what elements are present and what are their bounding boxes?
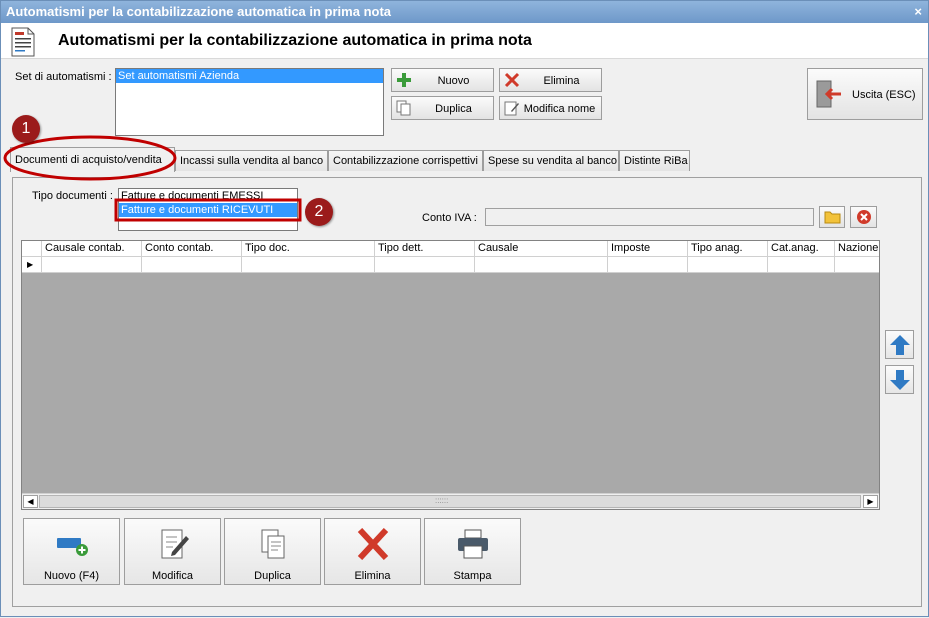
- nuovo-riga-button[interactable]: Nuovo (F4): [23, 518, 120, 585]
- annotation-marker-1: 1: [12, 115, 40, 143]
- automatismi-grid[interactable]: Causale contab. Conto contab. Tipo doc. …: [21, 240, 880, 510]
- modifica-nome-label: Modifica nome: [523, 103, 596, 115]
- browse-conto-button[interactable]: [819, 206, 845, 228]
- delete-x-icon: [504, 72, 520, 88]
- cell[interactable]: [41, 257, 141, 273]
- cell[interactable]: [374, 257, 474, 273]
- scroll-left-icon[interactable]: ◀: [23, 495, 38, 508]
- close-icon[interactable]: ×: [914, 4, 922, 19]
- col-causale[interactable]: Causale: [474, 241, 607, 257]
- edit-icon: [504, 101, 519, 116]
- document-icon: [11, 27, 35, 57]
- grid-header: Causale contab. Conto contab. Tipo doc. …: [22, 241, 879, 257]
- main-window: Automatismi per la contabilizzazione aut…: [0, 0, 929, 617]
- row-header-corner: [22, 241, 41, 257]
- add-row-icon: [57, 538, 88, 556]
- col-tipo-anag[interactable]: Tipo anag.: [687, 241, 767, 257]
- set-label: Set di automatismi :: [15, 71, 112, 83]
- arrow-up-icon: [890, 335, 910, 355]
- conto-iva-input[interactable]: [485, 208, 814, 226]
- plus-icon: [397, 73, 411, 87]
- cell[interactable]: [474, 257, 607, 273]
- nuovo-label: Nuovo: [437, 75, 470, 87]
- scroll-grip: ::::::: [435, 496, 449, 505]
- col-nazione[interactable]: Nazione: [834, 241, 879, 257]
- col-conto-contab[interactable]: Conto contab.: [141, 241, 241, 257]
- duplica-riga-label: Duplica: [254, 570, 291, 582]
- cell[interactable]: [687, 257, 767, 273]
- cell[interactable]: [767, 257, 834, 273]
- tipo-documenti-label: Tipo documenti :: [32, 190, 113, 202]
- duplica-riga-button[interactable]: Duplica: [224, 518, 321, 585]
- tab-spese[interactable]: Spese su vendita al banco: [483, 150, 619, 171]
- row-pointer-icon: ▶: [27, 260, 34, 269]
- set-listbox[interactable]: Set automatismi Azienda: [115, 68, 384, 136]
- scroll-right-icon[interactable]: ▶: [863, 495, 878, 508]
- move-down-button[interactable]: [885, 365, 914, 394]
- col-tipo-doc[interactable]: Tipo doc.: [241, 241, 374, 257]
- set-item[interactable]: Set automatismi Azienda: [116, 69, 383, 83]
- conto-iva-label: Conto IVA :: [422, 212, 477, 224]
- nuovo-riga-label: Nuovo (F4): [43, 570, 100, 582]
- window-title: Automatismi per la contabilizzazione aut…: [6, 4, 392, 19]
- tab-corrispettivi[interactable]: Contabilizzazione corrispettivi: [328, 150, 483, 171]
- tipo-item-emessi[interactable]: Fatture e documenti EMESSI: [119, 189, 297, 203]
- clear-conto-button[interactable]: [850, 206, 877, 228]
- arrow-down-icon: [890, 370, 910, 390]
- cell[interactable]: [607, 257, 687, 273]
- tipo-item-ricevuti[interactable]: Fatture e documenti RICEVUTI: [119, 203, 297, 217]
- tab-riba[interactable]: Distinte RiBa: [619, 150, 690, 171]
- clear-circle-x-icon: [857, 210, 871, 224]
- col-causale-contab[interactable]: Causale contab.: [41, 241, 141, 257]
- cell[interactable]: [834, 257, 879, 273]
- modifica-riga-label: Modifica: [152, 570, 193, 582]
- header: Automatismi per la contabilizzazione aut…: [1, 23, 928, 59]
- annotation-marker-2: 2: [305, 198, 333, 226]
- modifica-nome-button[interactable]: Modifica nome: [499, 96, 602, 120]
- tipo-documenti-listbox[interactable]: Fatture e documenti EMESSI Fatture e doc…: [118, 188, 298, 231]
- title-bar: Automatismi per la contabilizzazione aut…: [1, 1, 928, 23]
- modifica-riga-button[interactable]: Modifica: [124, 518, 221, 585]
- col-cat-anag[interactable]: Cat.anag.: [767, 241, 834, 257]
- printer-icon: [458, 529, 488, 559]
- move-up-button[interactable]: [885, 330, 914, 359]
- delete-x-icon: [357, 528, 389, 560]
- uscita-button[interactable]: Uscita (ESC): [807, 68, 923, 120]
- elimina-set-label: Elimina: [543, 75, 580, 87]
- elimina-riga-label: Elimina: [354, 570, 391, 582]
- page-title: Automatismi per la contabilizzazione aut…: [58, 32, 532, 49]
- stampa-button[interactable]: Stampa: [424, 518, 521, 585]
- folder-icon: [824, 211, 841, 224]
- table-row[interactable]: ▶: [22, 257, 879, 273]
- cell[interactable]: [241, 257, 374, 273]
- tab-documenti[interactable]: Documenti di acquisto/vendita: [10, 147, 175, 172]
- duplica-set-button[interactable]: Duplica: [391, 96, 494, 120]
- cell[interactable]: [141, 257, 241, 273]
- uscita-label: Uscita (ESC): [852, 89, 916, 101]
- elimina-set-button[interactable]: Elimina: [499, 68, 602, 92]
- col-tipo-dett[interactable]: Tipo dett.: [374, 241, 474, 257]
- col-imposte[interactable]: Imposte: [607, 241, 687, 257]
- duplicate-icon: [261, 529, 285, 559]
- nuovo-button[interactable]: Nuovo: [391, 68, 494, 92]
- stampa-label: Stampa: [453, 570, 492, 582]
- copy-icon: [396, 100, 411, 116]
- tab-incassi[interactable]: Incassi sulla vendita al banco: [175, 150, 328, 171]
- scroll-thumb[interactable]: ::::::: [39, 495, 861, 508]
- exit-door-icon: [816, 80, 841, 108]
- elimina-riga-button[interactable]: Elimina: [324, 518, 421, 585]
- horizontal-scrollbar[interactable]: ◀ :::::: ▶: [22, 493, 879, 509]
- edit-document-icon: [161, 529, 189, 559]
- duplica-set-label: Duplica: [435, 103, 472, 115]
